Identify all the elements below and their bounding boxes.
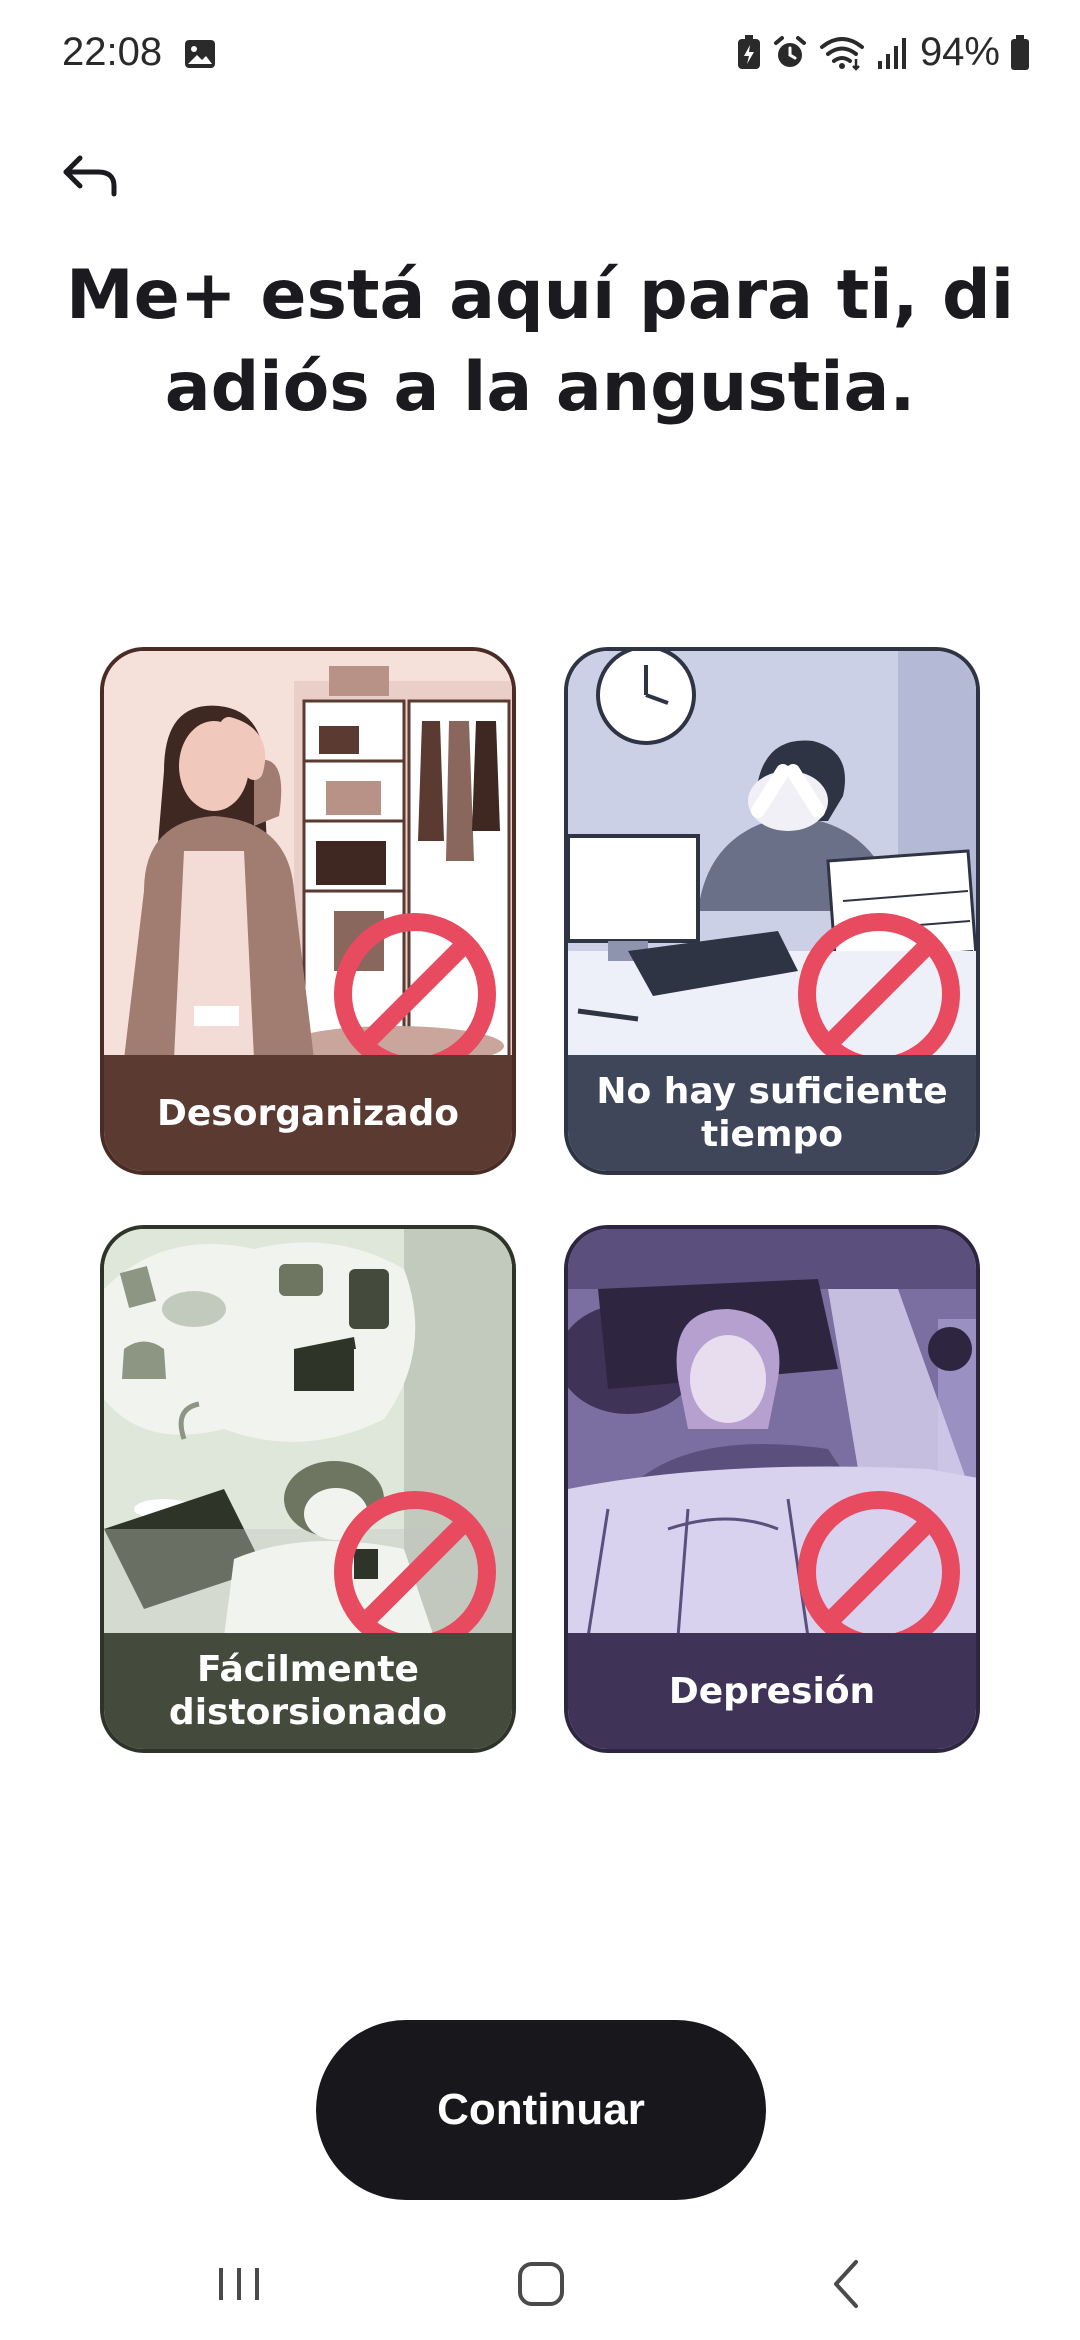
system-back-button[interactable] [826,2256,866,2316]
battery-percent: 94% [919,30,1000,74]
home-button[interactable] [516,2256,566,2316]
prohibited-icon [334,913,496,1075]
alarm-icon [773,35,806,67]
card-label: Fácilmente distorsionado [104,1633,512,1749]
option-card-desorganizado[interactable]: Desorganizado [100,647,516,1175]
status-icons: 94% [736,30,1030,75]
battery-saver-icon [737,34,760,69]
page-title: Me+ está aquí para ti, di adiós a la ang… [65,256,1014,427]
back-arrow-icon [63,155,117,197]
gallery-icon [183,38,217,74]
status-time: 22:08 [62,30,163,74]
back-button[interactable] [55,145,125,205]
back-icon [834,2260,858,2308]
status-bar: 22:08 94% [0,0,1080,110]
prohibited-icon [798,913,960,1075]
card-label: No hay suficiente tiempo [568,1055,976,1171]
card-label: Depresión [568,1633,976,1749]
prohibited-icon [798,1491,960,1653]
option-card-depresion[interactable]: Depresión [564,1225,980,1753]
option-card-no-hay-suficiente-tiempo[interactable]: No hay suficiente tiempo [564,647,980,1175]
continue-button[interactable]: Continuar [316,2020,766,2200]
prohibited-icon [334,1491,496,1653]
recents-icon [219,2268,259,2300]
system-nav-bar [0,2230,1080,2340]
option-card-facilmente-distorsionado[interactable]: Fácilmente distorsionado [100,1225,516,1753]
home-icon [518,2262,564,2306]
recents-button[interactable] [215,2256,263,2316]
signal-icon [877,37,906,69]
wifi-icon [819,36,864,71]
card-label: Desorganizado [104,1055,512,1171]
battery-icon [1011,34,1029,70]
